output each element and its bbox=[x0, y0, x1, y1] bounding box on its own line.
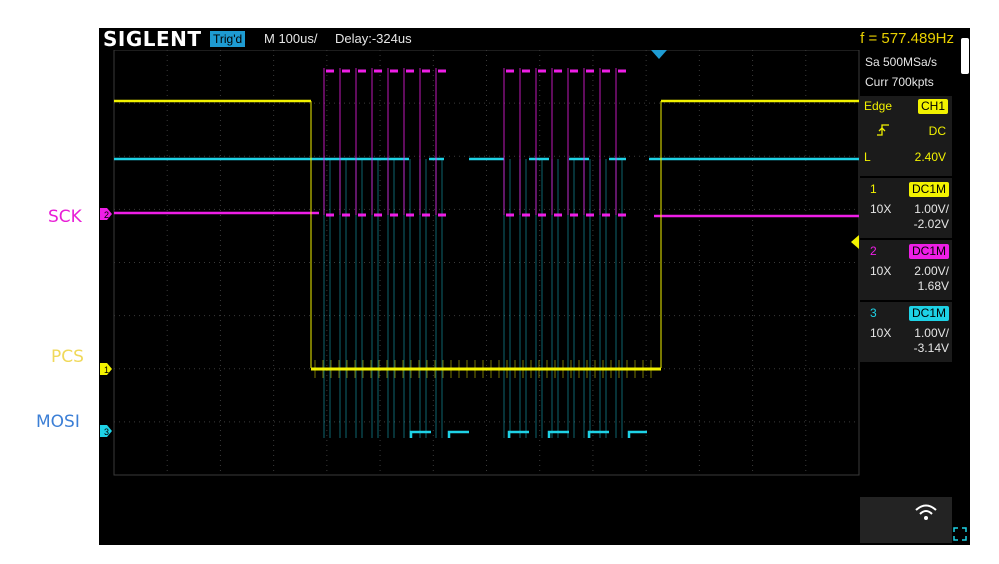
channel-3-offset: -3.14V bbox=[913, 341, 949, 355]
timebase-readout[interactable]: M 100us/ bbox=[264, 31, 317, 47]
trigger-status-badge: Trig'd bbox=[210, 31, 246, 47]
channel-1-coupling-badge: DC1M bbox=[908, 182, 949, 197]
graticule-border bbox=[113, 49, 860, 476]
trigger-level-label: L bbox=[864, 150, 871, 164]
channel-3-scale: 1.00V/ bbox=[914, 326, 949, 340]
channel-1-offset: -2.02V bbox=[913, 217, 949, 231]
channel-1-panel[interactable]: 1 DC1M 10X 1.00V/ -2.02V bbox=[860, 178, 952, 238]
channel-2-coupling-badge: DC1M bbox=[908, 244, 949, 259]
channel-2-offset: 1.68V bbox=[917, 279, 949, 293]
channel-2-scale: 2.00V/ bbox=[914, 264, 949, 278]
label-mosi: MOSI bbox=[36, 412, 80, 432]
label-pcs: PCS bbox=[51, 347, 84, 367]
wifi-icon bbox=[915, 504, 937, 520]
channel-3-number: 3 bbox=[870, 306, 877, 320]
trigger-type: Edge bbox=[864, 99, 893, 113]
channel-1-scale: 1.00V/ bbox=[914, 202, 949, 216]
waveform-traces bbox=[114, 68, 859, 438]
top-status-bar: SIGLENT Trig'd M 100us/ Delay:-324us f =… bbox=[99, 28, 970, 50]
ch1-marker[interactable]: 1 bbox=[100, 363, 112, 375]
channel-1-number: 1 bbox=[870, 182, 877, 196]
delay-readout[interactable]: Delay:-324us bbox=[335, 31, 412, 47]
channel-2-number: 2 bbox=[870, 244, 877, 258]
channel-3-coupling-badge: DC1M bbox=[908, 306, 949, 321]
acquisition-panel: Sa 500MSa/s Curr 700kpts bbox=[860, 50, 952, 95]
siglent-logo: SIGLENT bbox=[103, 28, 202, 51]
sample-rate: Sa 500MSa/s bbox=[865, 55, 938, 69]
trigger-level-marker[interactable] bbox=[851, 235, 859, 249]
channel-3-probe: 10X bbox=[870, 326, 892, 340]
svg-text:1: 1 bbox=[104, 365, 109, 375]
mosi-pulse bbox=[627, 430, 647, 438]
mosi-pulse bbox=[409, 430, 431, 438]
label-sck: SCK bbox=[48, 207, 82, 227]
ch2-marker[interactable]: 2 bbox=[100, 208, 112, 220]
trigger-position-marker[interactable] bbox=[651, 50, 667, 59]
wifi-status-box[interactable] bbox=[860, 497, 952, 543]
channel-1-probe: 10X bbox=[870, 202, 892, 216]
menu-scrollbar[interactable] bbox=[961, 38, 969, 74]
channel-2-probe: 10X bbox=[870, 264, 892, 278]
frequency-readout: f = 577.489Hz bbox=[860, 30, 954, 47]
ch3-marker[interactable]: 3 bbox=[100, 425, 112, 437]
trigger-source-badge: CH1 bbox=[917, 99, 948, 114]
trigger-panel[interactable]: Edge CH1 DC L 2.40V bbox=[860, 96, 952, 176]
trigger-level: 2.40V bbox=[914, 150, 946, 164]
oscilloscope-screen: 2 1 3 SIGLENT Trig'd M 100us/ Delay:-324… bbox=[99, 28, 970, 545]
svg-text:3: 3 bbox=[104, 427, 109, 437]
waveform-display[interactable]: 2 1 3 bbox=[99, 28, 970, 545]
channel-2-panel[interactable]: 2 DC1M 10X 2.00V/ 1.68V bbox=[860, 240, 952, 300]
channel-3-panel[interactable]: 3 DC1M 10X 1.00V/ -3.14V bbox=[860, 302, 952, 362]
mosi-pulse bbox=[447, 430, 469, 438]
rising-edge-icon bbox=[877, 124, 889, 136]
graticule bbox=[113, 49, 860, 476]
svg-text:2: 2 bbox=[104, 210, 109, 220]
trigger-coupling: DC bbox=[928, 124, 946, 138]
memory-depth: Curr 700kpts bbox=[865, 75, 934, 89]
fullscreen-icon[interactable] bbox=[952, 526, 968, 542]
